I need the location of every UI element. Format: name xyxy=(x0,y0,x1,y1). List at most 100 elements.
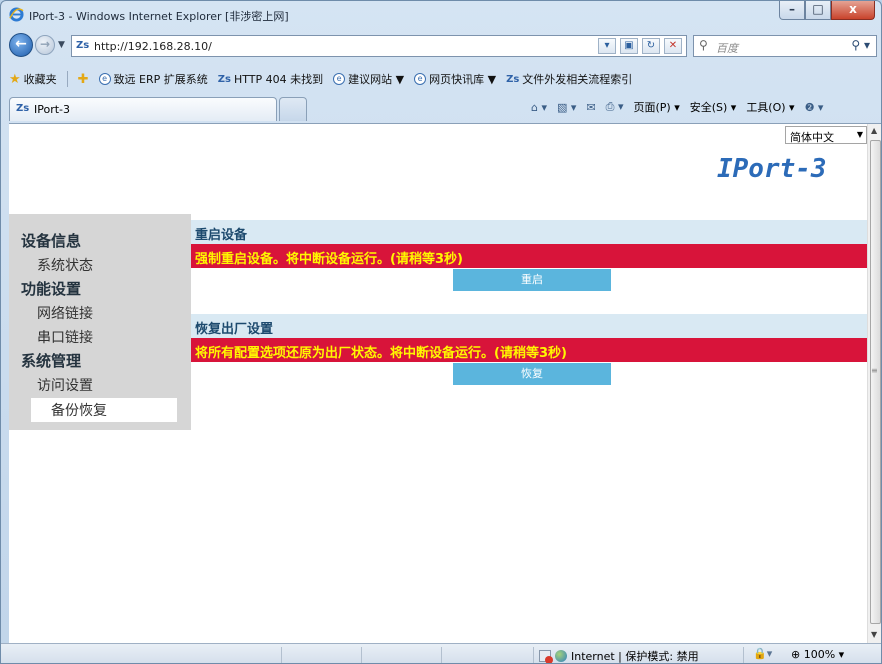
sidebar-group-device-info: 设备信息 xyxy=(21,232,82,250)
sidebar-item-network-link[interactable]: 网络链接 xyxy=(37,303,93,323)
search-box[interactable]: ⚲ 百度 ⚲ ▾ xyxy=(693,35,877,57)
ie-page-icon: e xyxy=(98,73,111,85)
scroll-grip-icon: ≡ xyxy=(871,366,878,375)
page-viewport: 简体中文 ▼ IPort-3 设备信息 系统状态 功能设置 网络链接 串口链接 … xyxy=(9,123,881,644)
sidebar-group-function-settings: 功能设置 xyxy=(21,280,82,298)
zoom-value: 100% xyxy=(803,648,836,661)
divider xyxy=(743,647,744,663)
chevron-down-icon: ▼ xyxy=(856,130,863,139)
stop-icon[interactable]: ✕ xyxy=(664,38,682,54)
tools-menu[interactable]: 工具(O) ▾ xyxy=(746,99,794,115)
sidebar-item-serial-link[interactable]: 串口链接 xyxy=(37,327,93,347)
globe-icon xyxy=(555,650,567,662)
back-button[interactable]: ← xyxy=(9,33,33,57)
ie-logo-icon xyxy=(9,7,24,22)
minimize-icon: – xyxy=(789,2,795,16)
brand-logo: IPort-3 xyxy=(717,154,827,184)
divider xyxy=(361,647,362,663)
help-icon[interactable]: ❷ ▾ xyxy=(805,101,824,114)
close-icon: x xyxy=(849,2,857,16)
device-admin-page: 简体中文 ▼ IPort-3 设备信息 系统状态 功能设置 网络链接 串口链接 … xyxy=(9,124,867,644)
reboot-button[interactable]: 重启 xyxy=(453,269,611,291)
favorites-label: 收藏夹 xyxy=(23,73,57,86)
favorite-link[interactable]: Zs HTTP 404 未找到 xyxy=(218,71,323,87)
favorite-link[interactable]: Zs 文件外发相关流程索引 xyxy=(506,71,632,87)
sidebar-item-backup-restore[interactable]: 备份恢复 xyxy=(31,398,177,422)
tab-label: IPort-3 xyxy=(34,103,71,116)
divider xyxy=(533,647,534,663)
window-controls: – □ x xyxy=(779,1,875,21)
feeds-icon[interactable]: ▧ ▾ xyxy=(557,101,576,114)
url-text[interactable]: http://192.168.28.10/ xyxy=(94,40,212,53)
new-tab-button[interactable] xyxy=(279,97,307,121)
language-select[interactable]: 简体中文 ▼ xyxy=(785,126,867,144)
star-icon: ★ xyxy=(9,71,21,87)
restore-button[interactable]: 恢复 xyxy=(453,363,611,385)
chevron-down-icon: ▾ xyxy=(838,648,845,661)
maximize-icon: □ xyxy=(812,2,824,16)
favorites-button[interactable]: ★ 收藏夹 xyxy=(9,71,57,87)
safety-menu[interactable]: 安全(S) ▾ xyxy=(690,99,737,115)
language-value: 简体中文 xyxy=(790,131,834,144)
refresh-icon[interactable]: ↻ xyxy=(642,38,660,54)
site-favicon-icon: Zs xyxy=(76,40,90,51)
sidebar-item-access-settings[interactable]: 访问设置 xyxy=(37,375,93,395)
title-bar: IPort-3 - Windows Internet Explorer [非涉密… xyxy=(1,1,881,27)
address-row: ← → ▼ Zs http://192.168.28.10/ ▾ ▣ ↻ ✕ ⚲… xyxy=(1,33,881,59)
mail-icon[interactable]: ✉ xyxy=(586,101,595,114)
back-arrow-icon: ← xyxy=(15,36,27,52)
favorite-link-label: 文件外发相关流程索引 xyxy=(522,73,633,86)
sidebar-item-system-status[interactable]: 系统状态 xyxy=(37,255,93,275)
favorite-link-label: HTTP 404 未找到 xyxy=(234,73,324,86)
ie-page-icon: e xyxy=(414,73,427,85)
scroll-up-icon[interactable]: ▲ xyxy=(871,126,877,135)
site-favicon-icon: Zs xyxy=(217,73,231,85)
scroll-down-icon[interactable]: ▼ xyxy=(871,630,877,639)
zone-text: Internet | 保护模式: 禁用 xyxy=(571,650,699,663)
favorite-link-label: 建议网站 ▼ xyxy=(348,73,405,86)
zoom-control[interactable]: ⊕ 100% ▾ xyxy=(791,648,844,661)
search-placeholder: 百度 xyxy=(716,42,738,55)
security-zone[interactable]: Internet | 保护模式: 禁用 xyxy=(539,648,699,663)
web-slice-gallery-button[interactable]: e 网页快讯库 ▼ xyxy=(414,71,496,87)
favorite-link[interactable]: e 致远 ERP 扩展系统 xyxy=(98,71,208,87)
address-dropdown-button[interactable]: ▾ xyxy=(598,38,616,54)
sidebar: 设备信息 系统状态 功能设置 网络链接 串口链接 系统管理 访问设置 备份恢复 xyxy=(9,214,191,430)
site-favicon-icon: Zs xyxy=(16,103,30,114)
search-icon[interactable]: ⚲ ▾ xyxy=(851,38,870,52)
command-bar: ⌂ ▾ ▧ ▾ ✉ ⎙ ▾ 页面(P) ▾ 安全(S) ▾ 工具(O) ▾ ❷ … xyxy=(531,99,823,115)
suggested-sites-button[interactable]: e 建议网站 ▼ xyxy=(333,71,404,87)
window-title: IPort-3 - Windows Internet Explorer [非涉密… xyxy=(29,10,289,23)
sidebar-group-system-management: 系统管理 xyxy=(21,352,82,370)
popup-blocked-icon xyxy=(539,650,553,663)
favorite-link-label: 网页快讯库 ▼ xyxy=(429,73,497,86)
restore-warning: 将所有配置选项还原为出厂状态。将中断设备运行。(请稍等3秒) xyxy=(191,338,867,362)
add-favorites-bar-button[interactable]: ✚ xyxy=(78,72,89,87)
tab-row: Zs IPort-3 ⌂ ▾ ▧ ▾ ✉ ⎙ ▾ 页面(P) ▾ 安全(S) ▾… xyxy=(1,95,881,123)
zoom-icon: ⊕ xyxy=(791,648,801,661)
favorites-bar: ★ 收藏夹 ✚ e 致远 ERP 扩展系统 Zs HTTP 404 未找到 e … xyxy=(1,67,881,91)
address-tools: ▾ ▣ ↻ ✕ xyxy=(598,38,682,54)
close-button[interactable]: x xyxy=(831,1,875,20)
home-icon[interactable]: ⌂ ▾ xyxy=(531,101,547,114)
divider xyxy=(441,647,442,663)
scrollbar-thumb[interactable] xyxy=(870,140,881,624)
print-icon[interactable]: ⎙ ▾ xyxy=(606,100,624,114)
reboot-section-title: 重启设备 xyxy=(191,220,867,244)
page-menu[interactable]: 页面(P) ▾ xyxy=(633,99,679,115)
address-bar[interactable]: Zs http://192.168.28.10/ ▾ ▣ ↻ ✕ xyxy=(71,35,687,57)
tab-iport[interactable]: Zs IPort-3 xyxy=(9,97,277,121)
maximize-button[interactable]: □ xyxy=(805,1,831,20)
browser-window: IPort-3 - Windows Internet Explorer [非涉密… xyxy=(0,0,882,664)
search-provider-icon: ⚲ xyxy=(699,38,708,52)
reboot-warning: 强制重启设备。将中断设备运行。(请稍等3秒) xyxy=(191,244,867,268)
recent-pages-dropdown[interactable]: ▼ xyxy=(58,40,65,50)
protected-mode-icon[interactable]: 🔒▾ xyxy=(753,647,772,660)
forward-button[interactable]: → xyxy=(35,35,55,55)
vertical-scrollbar[interactable]: ▲ ≡ ▼ xyxy=(867,124,881,644)
divider xyxy=(281,647,282,663)
ie-page-icon: e xyxy=(333,73,346,85)
compatibility-view-icon[interactable]: ▣ xyxy=(620,38,638,54)
divider xyxy=(66,71,68,87)
minimize-button[interactable]: – xyxy=(779,1,805,20)
